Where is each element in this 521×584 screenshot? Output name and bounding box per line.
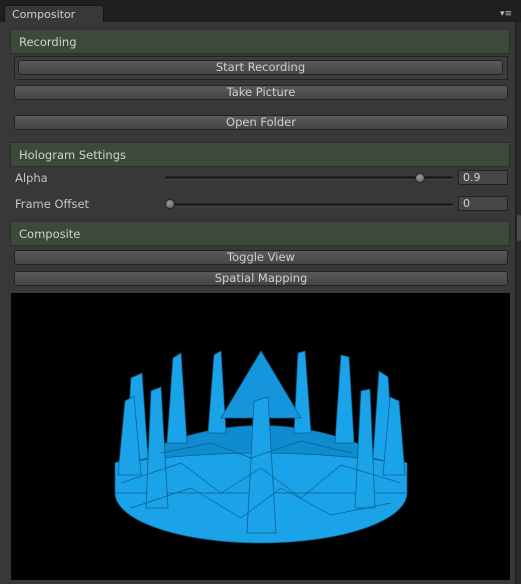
hologram-spike xyxy=(334,354,355,444)
hologram-spike xyxy=(207,350,227,434)
take-picture-button[interactable]: Take Picture xyxy=(14,85,508,100)
frame-offset-label: Frame Offset xyxy=(15,197,90,211)
alpha-value-field[interactable]: 0.9 xyxy=(458,170,508,185)
tab-bar: Compositor ▾≡ xyxy=(0,0,521,22)
start-recording-button[interactable]: Start Recording xyxy=(18,60,503,75)
hologram-spike xyxy=(166,352,188,444)
scrollbar-track[interactable] xyxy=(516,22,521,584)
composite-viewport[interactable] xyxy=(11,293,510,580)
spatial-mapping-button[interactable]: Spatial Mapping xyxy=(14,271,508,286)
hologram-render xyxy=(114,350,408,544)
tab-compositor[interactable]: Compositor xyxy=(4,5,104,22)
hologram-spike xyxy=(145,386,169,509)
frame-offset-slider-thumb[interactable] xyxy=(165,199,175,209)
alpha-label: Alpha xyxy=(15,171,48,185)
context-menu-icon[interactable]: ▾≡ xyxy=(500,10,513,20)
toggle-view-button[interactable]: Toggle View xyxy=(14,250,508,265)
frame-offset-value-field[interactable]: 0 xyxy=(458,196,508,211)
composite-header: Composite xyxy=(10,221,510,246)
frame-offset-slider-track[interactable] xyxy=(165,203,453,206)
hologram-spike xyxy=(354,388,376,509)
hologram-spike xyxy=(293,350,312,434)
hologram-settings-header: Hologram Settings xyxy=(10,142,510,167)
open-folder-button[interactable]: Open Folder xyxy=(14,115,508,130)
recording-header: Recording xyxy=(10,29,510,54)
scrollbar-thumb[interactable] xyxy=(517,215,521,241)
alpha-slider-track[interactable] xyxy=(165,176,453,179)
